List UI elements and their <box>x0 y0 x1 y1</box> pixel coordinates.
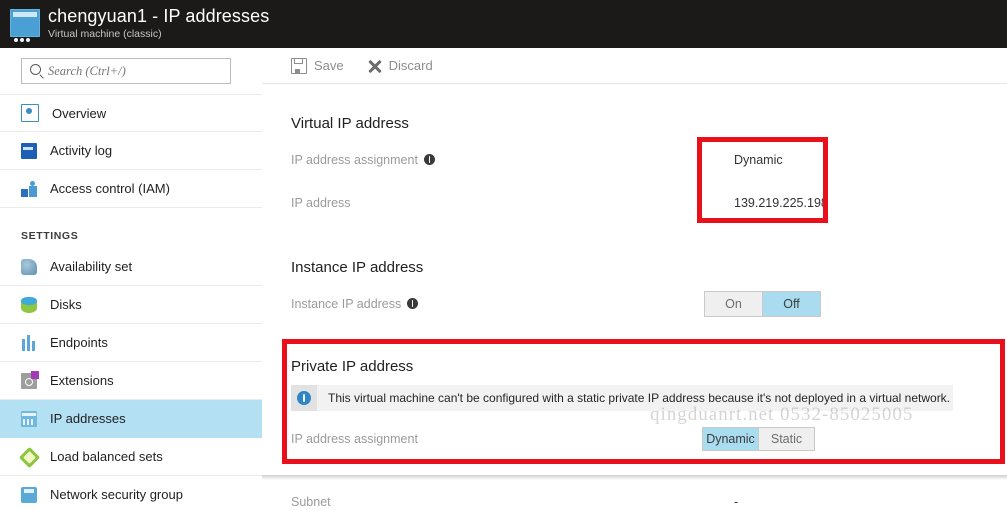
blade-header: chengyuan1 - IP addresses Virtual machin… <box>0 0 1007 48</box>
label-text: IP address assignment <box>291 152 418 167</box>
sidebar-item-label: Load balanced sets <box>50 449 163 464</box>
instance-ip-toggle-off[interactable]: Off <box>762 291 820 316</box>
info-banner-text: This virtual machine can't be configured… <box>328 391 951 405</box>
private-ip-section-title: Private IP address <box>291 358 414 375</box>
virtual-ip-address-label: IP address <box>291 195 351 210</box>
book-icon <box>21 142 37 159</box>
sidebar-item-label: Availability set <box>50 259 133 274</box>
sidebar-item-activity-log[interactable]: Activity log <box>0 132 262 170</box>
info-icon[interactable] <box>407 298 419 309</box>
virtual-ip-address-value: 139.219.225.198 <box>734 195 828 210</box>
label-text: Instance IP address <box>291 296 402 311</box>
info-banner: This virtual machine can't be configured… <box>291 385 953 411</box>
save-button[interactable]: Save <box>291 57 344 74</box>
subnet-row: Subnet - <box>291 480 1007 510</box>
monitor-icon <box>21 104 39 122</box>
discard-button-label: Discard <box>388 58 433 73</box>
sidebar-item-label: Extensions <box>50 373 114 388</box>
command-bar: Save Discard <box>262 48 1007 84</box>
virtual-machine-icon <box>10 9 40 42</box>
instance-ip-label: Instance IP address <box>291 296 419 311</box>
discard-icon <box>368 59 382 73</box>
blade-sidebar: Overview Activity log Access control (IA… <box>0 48 263 510</box>
search-row <box>0 48 262 92</box>
page-title: chengyuan1 - IP addresses <box>48 6 270 26</box>
sidebar-item-label: Access control (IAM) <box>50 181 170 196</box>
subnet-value: - <box>734 494 739 509</box>
info-icon[interactable] <box>423 154 435 165</box>
sidebar-item-label: Network security group <box>50 487 183 502</box>
sidebar-item-ip-addresses[interactable]: IP addresses <box>0 400 262 438</box>
discard-button[interactable]: Discard <box>368 58 433 73</box>
virtual-ip-assignment-label: IP address assignment <box>291 153 435 167</box>
sidebar-item-endpoints[interactable]: Endpoints <box>0 324 262 362</box>
sidebar-item-network-security-group[interactable]: Network security group <box>0 476 262 510</box>
blade-content: Save Discard Virtual IP address IP addre… <box>262 48 1007 510</box>
search-icon <box>30 64 41 75</box>
instance-ip-toggle-on[interactable]: On <box>705 291 762 316</box>
instance-ip-section-title: Instance IP address <box>291 259 424 276</box>
private-ip-toggle[interactable]: Dynamic Static <box>702 426 815 451</box>
search-box[interactable] <box>21 58 231 84</box>
save-icon <box>291 57 307 74</box>
sidebar-item-load-balanced-sets[interactable]: Load balanced sets <box>0 438 262 476</box>
endpoints-icon <box>21 334 37 351</box>
virtual-ip-address-row: IP address 139.219.225.198 <box>291 181 1007 224</box>
private-ip-toggle-dynamic[interactable]: Dynamic <box>703 427 758 450</box>
people-icon <box>21 180 37 197</box>
private-ip-toggle-static[interactable]: Static <box>758 427 814 450</box>
disk-icon <box>21 296 37 313</box>
sidebar-item-extensions[interactable]: Extensions <box>0 362 262 400</box>
sidebar-item-label: Disks <box>50 297 82 312</box>
instance-ip-row: Instance IP address On Off <box>291 282 1007 325</box>
load-balanced-sets-icon <box>18 446 41 468</box>
info-icon <box>291 385 317 411</box>
page-subtitle: Virtual machine (classic) <box>48 28 162 40</box>
sidebar-item-label: Activity log <box>50 143 113 158</box>
sidebar-section-settings: SETTINGS <box>21 230 79 242</box>
scroll-shadow <box>262 475 1007 480</box>
settings-pane: Virtual IP address IP address assignment… <box>262 84 1007 510</box>
private-ip-assignment-label: IP address assignment <box>291 431 418 446</box>
sidebar-item-access-control[interactable]: Access control (IAM) <box>0 170 262 208</box>
network-security-group-icon <box>21 486 37 503</box>
sidebar-item-label: Overview <box>52 105 107 121</box>
availability-set-icon <box>21 258 37 275</box>
sidebar-item-label: IP addresses <box>50 411 126 426</box>
virtual-ip-assignment-row: IP address assignment Dynamic <box>291 138 1007 181</box>
subnet-label: Subnet <box>291 494 331 509</box>
sidebar-item-label: Endpoints <box>50 335 108 350</box>
virtual-ip-assignment-value: Dynamic <box>734 152 783 167</box>
virtual-ip-section-title: Virtual IP address <box>291 115 409 132</box>
private-ip-assignment-row: IP address assignment Dynamic Static <box>291 417 1007 460</box>
private-ip-info-row: This virtual machine can't be configured… <box>291 379 1007 417</box>
sidebar-item-availability-set[interactable]: Availability set <box>0 248 262 286</box>
azure-portal-screen: chengyuan1 - IP addresses Virtual machin… <box>0 0 1007 510</box>
extensions-icon <box>21 370 39 389</box>
ip-addresses-icon <box>21 410 37 427</box>
instance-ip-toggle[interactable]: On Off <box>704 290 821 317</box>
save-button-label: Save <box>314 58 344 73</box>
sidebar-item-disks[interactable]: Disks <box>0 286 262 324</box>
sidebar-nav: Overview Activity log Access control (IA… <box>0 94 262 510</box>
sidebar-item-overview[interactable]: Overview <box>0 94 262 132</box>
search-input[interactable] <box>46 59 228 83</box>
